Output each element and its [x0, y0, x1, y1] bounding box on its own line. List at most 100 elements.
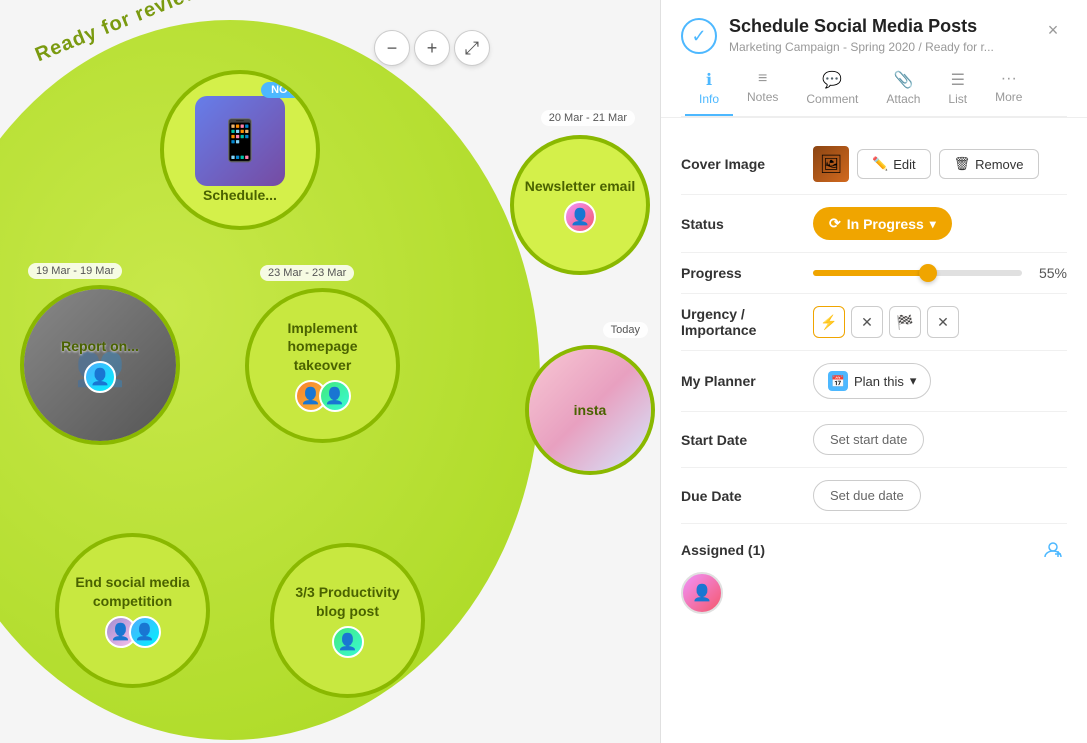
info-tab-icon: ℹ	[706, 70, 712, 90]
mindmap-area: Ready for review − + ⤢ Schedule... NOW 2…	[0, 0, 660, 743]
importance-label: Importance	[681, 322, 801, 338]
check-icon[interactable]: ✓	[681, 18, 717, 54]
status-value: In Progress	[847, 216, 924, 232]
task-circle-newsletter[interactable]: Newsletter email 👤	[510, 135, 650, 275]
urgency-field-label: Urgency / Importance	[681, 306, 801, 338]
plan-this-button[interactable]: 📅 Plan this ▾	[813, 363, 931, 399]
date-report: 19 Mar - 19 Mar	[28, 263, 122, 279]
cover-edit-button[interactable]: ✏️ Edit	[857, 149, 931, 179]
zoom-out-button[interactable]: −	[374, 30, 410, 66]
progress-field-label: Progress	[681, 265, 801, 281]
tab-bar: ℹ Info ≡ Notes 💬 Comment 📎 Attach ☰ List…	[681, 62, 1067, 117]
avatar-implement-2: 👤	[319, 380, 351, 412]
cover-remove-button[interactable]: 🗑 Remove	[939, 149, 1039, 179]
start-date-button[interactable]: Set start date	[813, 424, 924, 455]
importance-x-button[interactable]: ✕	[927, 306, 959, 338]
notes-tab-icon: ≡	[758, 70, 767, 88]
zoom-in-button[interactable]: +	[414, 30, 450, 66]
date-insta: Today	[603, 322, 648, 338]
lightning-icon-button[interactable]: ⚡	[813, 306, 845, 338]
task-circle-implement[interactable]: Implement homepage takeover 👤 👤	[245, 288, 400, 443]
add-assignee-button[interactable]	[1039, 536, 1067, 564]
edit-icon: ✏️	[872, 156, 888, 172]
avatar-end-social-2: 👤	[129, 616, 161, 648]
flag-icon-button[interactable]: 🏁	[889, 306, 921, 338]
due-date-field-value: Set due date	[813, 480, 1067, 511]
tab-more-label: More	[995, 90, 1022, 104]
task-label-schedule: Schedule...	[193, 186, 287, 204]
tab-attach[interactable]: 📎 Attach	[872, 62, 934, 116]
tab-more[interactable]: ··· More	[981, 62, 1036, 116]
avatar-productivity: 👤	[332, 626, 364, 658]
status-chevron-icon: ▾	[930, 217, 936, 231]
task-label-end-social: End social media competition	[59, 573, 206, 609]
detail-panel: ✓ Schedule Social Media Posts Marketing …	[660, 0, 1087, 743]
panel-title-block: Schedule Social Media Posts Marketing Ca…	[729, 16, 1027, 54]
comment-tab-icon: 💬	[822, 70, 842, 90]
progress-slider[interactable]	[813, 270, 1022, 276]
panel-subtitle: Marketing Campaign - Spring 2020 / Ready…	[729, 40, 1027, 54]
assigned-header: Assigned (1)	[681, 524, 1067, 572]
task-label-report: Report on...	[51, 337, 149, 355]
task-label-insta: insta	[564, 401, 617, 419]
urgency-row: Urgency / Importance ⚡ ✕ 🏁 ✕	[681, 294, 1067, 351]
due-date-button[interactable]: Set due date	[813, 480, 921, 511]
close-button[interactable]: ×	[1039, 16, 1067, 44]
plan-this-label: Plan this	[854, 374, 904, 389]
trash-icon: 🗑	[954, 156, 971, 172]
tab-notes[interactable]: ≡ Notes	[733, 62, 792, 116]
planner-icon: 📅	[828, 371, 848, 391]
date-implement: 23 Mar - 23 Mar	[260, 265, 354, 281]
assigned-label: Assigned (1)	[681, 542, 765, 558]
task-circle-end-social[interactable]: End social media competition 👤 👤	[55, 533, 210, 688]
progress-percent: 55%	[1032, 265, 1067, 281]
tab-comment[interactable]: 💬 Comment	[792, 62, 872, 116]
cover-image-field-label: Cover Image	[681, 156, 801, 172]
more-tab-icon: ···	[1001, 70, 1017, 88]
date-newsletter: 20 Mar - 21 Mar	[541, 110, 635, 126]
zoom-fullscreen-button[interactable]: ⤢	[454, 30, 490, 66]
list-tab-icon: ☰	[951, 70, 965, 90]
tab-comment-label: Comment	[806, 92, 858, 106]
cover-image-field-value: 🖼 ✏️ Edit 🗑 Remove	[813, 146, 1067, 182]
task-circle-insta[interactable]: insta	[525, 345, 655, 475]
my-planner-field-label: My Planner	[681, 373, 801, 389]
tab-info-label: Info	[699, 92, 719, 106]
task-label-newsletter: Newsletter email	[515, 177, 646, 195]
progress-thumb[interactable]	[919, 264, 937, 282]
status-field-label: Status	[681, 216, 801, 232]
panel-title: Schedule Social Media Posts	[729, 16, 1027, 38]
task-circle-report[interactable]: 👥 Report on... 👤	[20, 285, 180, 445]
progress-field-value: 55%	[813, 265, 1067, 281]
tab-list-label: List	[948, 92, 967, 106]
task-circle-schedule[interactable]: Schedule... NOW	[160, 70, 320, 230]
status-icon: ⟳	[829, 215, 841, 232]
avatar-newsletter: 👤	[564, 201, 596, 233]
start-date-field-label: Start Date	[681, 432, 801, 448]
tab-list[interactable]: ☰ List	[934, 62, 981, 116]
tab-notes-label: Notes	[747, 90, 778, 104]
task-circle-productivity[interactable]: 3/3 Productivity blog post 👤	[270, 543, 425, 698]
assigned-avatar-1[interactable]: 👤	[681, 572, 723, 614]
progress-fill	[813, 270, 928, 276]
avatar-report: 👤	[84, 361, 116, 393]
zoom-controls: − + ⤢	[374, 30, 490, 66]
due-date-field-label: Due Date	[681, 488, 801, 504]
cover-thumbnail: 🖼	[813, 146, 849, 182]
plan-chevron-icon: ▾	[910, 373, 917, 389]
avatar-group-productivity: 👤	[332, 626, 364, 658]
urgency-field-value: ⚡ ✕ 🏁 ✕	[813, 306, 1067, 338]
assigned-list: 👤	[681, 572, 1067, 614]
add-person-icon	[1044, 541, 1062, 559]
cover-edit-label: Edit	[893, 157, 915, 172]
now-badge: NOW	[261, 82, 308, 98]
tab-info[interactable]: ℹ Info	[685, 62, 733, 116]
start-date-field-value: Set start date	[813, 424, 1067, 455]
urgency-x-button[interactable]: ✕	[851, 306, 883, 338]
status-button[interactable]: ⟳ In Progress ▾	[813, 207, 952, 240]
attach-tab-icon: 📎	[893, 70, 913, 90]
avatar-group-implement: 👤 👤	[295, 380, 351, 412]
tab-attach-label: Attach	[886, 92, 920, 106]
phone-image	[195, 96, 285, 186]
task-label-implement: Implement homepage takeover	[249, 319, 396, 374]
